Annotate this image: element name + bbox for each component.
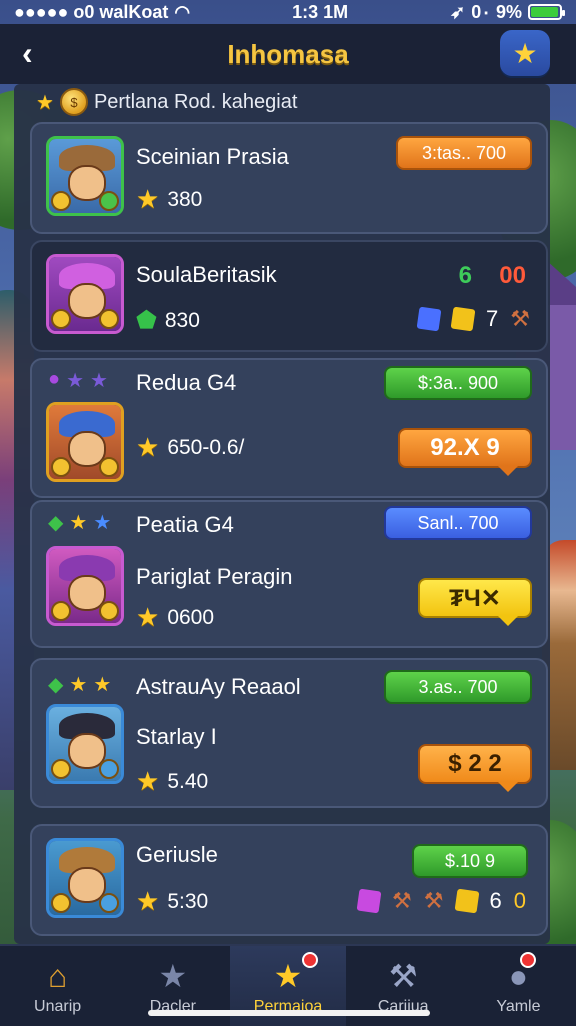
battery-percent: 0٠ 9% xyxy=(471,1,522,22)
blue-gem-icon xyxy=(416,306,442,332)
price-button[interactable]: ₮Ч✕ xyxy=(418,578,532,626)
notification-badge xyxy=(520,952,537,968)
star-icon: ★ xyxy=(69,674,88,696)
star-icon: ★ xyxy=(512,37,538,69)
crafting-icon: ⚒ xyxy=(392,888,412,913)
card-name: Geriusle xyxy=(136,842,218,867)
page-title: Inhomasa xyxy=(227,38,349,69)
reward-count: 7 xyxy=(486,306,499,331)
nav-item-yamle[interactable]: ● Yamle xyxy=(461,946,576,1026)
count-value: 00 xyxy=(499,262,526,289)
list-item[interactable]: ◆ ★ ★ Peatia G4 Pariglat Peragin ★ 0600 … xyxy=(30,500,548,648)
gold-cube-icon xyxy=(454,888,479,914)
list-item[interactable]: Sceinian Prasia ★ 380 3:tаs.. 700 xyxy=(30,122,548,234)
card-score: 5.40 xyxy=(167,769,209,793)
star-icon: ★ xyxy=(36,91,54,114)
avatar xyxy=(46,402,124,482)
star-icon: ★ xyxy=(273,958,303,994)
back-button[interactable]: ‹ xyxy=(22,36,52,70)
claim-button[interactable]: $.10 9 xyxy=(412,844,528,878)
star-icon: ★ xyxy=(69,512,88,534)
list-item[interactable]: Geriusle ★ 5:30 $.10 9 ⚒ ⚒ 6 0 xyxy=(30,824,548,936)
nav-label: Unarip xyxy=(34,998,82,1015)
star-icon: ★ xyxy=(90,370,108,392)
card-name: SoulaBeritasik xyxy=(136,262,277,287)
nav-label: Yamle xyxy=(496,998,541,1015)
list-item[interactable]: ● ★ ★ Redua G4 ★ 650-0.6/ $:3а.. 900 92.… xyxy=(30,358,548,498)
star-icon: ★ xyxy=(93,512,112,534)
crafting-icon: ⚒ xyxy=(388,958,418,994)
card-subtitle: Pariglat Peragin xyxy=(136,564,293,589)
avatar xyxy=(46,704,124,784)
star-icon: ★ xyxy=(136,432,160,462)
home-indicator xyxy=(148,1010,430,1016)
star-icon: ★ xyxy=(136,886,160,916)
clock: 1:3 1M xyxy=(292,1,349,22)
crafting-icon: ⚒ xyxy=(423,888,444,913)
nav-item-home[interactable]: ⌂ Unarip xyxy=(0,946,115,1026)
claim-button[interactable]: 3.as.. 700 xyxy=(384,670,532,704)
subheader-text: Pertlana Rod. kahegiat xyxy=(93,90,298,113)
star-icon: ★ xyxy=(136,602,160,632)
star-icon: ★ xyxy=(136,766,160,796)
card-score: 380 xyxy=(167,187,203,211)
avatar xyxy=(46,136,124,216)
chevron-left-icon: ‹ xyxy=(22,35,33,71)
card-score: 650-0.6/ xyxy=(167,435,245,459)
card-score: 5:30 xyxy=(167,889,209,913)
star-icon: ★ xyxy=(93,674,112,696)
star-icon: ★ xyxy=(66,370,85,392)
crafting-icon: ⚒ xyxy=(510,306,530,331)
card-name: Peatia G4 xyxy=(136,512,234,537)
status-bar: ●●●●● o0 walKoat ◠ 1:3 1M ➶ 0٠ 9% xyxy=(0,0,576,24)
star-icon: ★ xyxy=(158,958,188,994)
gem-icon: ◆ xyxy=(48,674,64,696)
star-icon: ● xyxy=(48,368,61,390)
top-bar: ‹ Inhomasa ★ xyxy=(0,24,576,84)
card-score: 830 xyxy=(164,308,200,332)
subheader: ★ $ Pertlana Rod. kahegiat xyxy=(36,88,297,116)
avatar xyxy=(46,838,124,918)
avatar xyxy=(46,254,124,334)
buy-button[interactable]: 3:tаs.. 700 xyxy=(396,136,532,170)
card-score: 0600 xyxy=(167,605,215,629)
reward-count: 6 xyxy=(489,888,502,913)
carrier-label: ●●●●● o0 walKoat xyxy=(14,1,169,22)
gold-cube-icon xyxy=(450,306,476,332)
claim-button[interactable]: $:3а.. 900 xyxy=(384,366,532,400)
purple-gem-icon xyxy=(356,888,382,914)
location-icon: ➶ xyxy=(450,1,466,22)
favorites-button[interactable]: ★ xyxy=(500,30,550,76)
card-name: Sceinian Prasia xyxy=(136,144,289,169)
gem-icon: ⬟ xyxy=(136,307,157,334)
list-item[interactable]: ◆ ★ ★ AstrauAy Reaaol Starlay I ★ 5.40 3… xyxy=(30,658,548,808)
claim-button[interactable]: Sanl.. 700 xyxy=(384,506,532,540)
house-icon: ⌂ xyxy=(47,958,68,994)
card-name: AstrauAy Reaaol xyxy=(136,674,301,699)
count-value: 6 xyxy=(458,262,472,289)
card-subtitle: Starlay I xyxy=(136,724,217,749)
star-icon: ★ xyxy=(136,184,160,214)
avatar xyxy=(46,546,124,626)
wifi-icon: ◠ xyxy=(174,1,191,22)
card-name: Redua G4 xyxy=(136,370,237,395)
list-item[interactable]: SoulaBeritasik ⬟ 830 6 00 7 ⚒ xyxy=(30,240,548,352)
price-button[interactable]: $ 2 2 xyxy=(418,744,532,792)
battery-icon xyxy=(527,4,565,20)
price-button[interactable]: 92.Х 9 xyxy=(398,428,532,476)
reward-count: 0 xyxy=(513,888,526,913)
gem-icon: ◆ xyxy=(48,512,64,534)
notification-badge xyxy=(301,952,318,968)
coin-icon: $ xyxy=(59,88,88,116)
